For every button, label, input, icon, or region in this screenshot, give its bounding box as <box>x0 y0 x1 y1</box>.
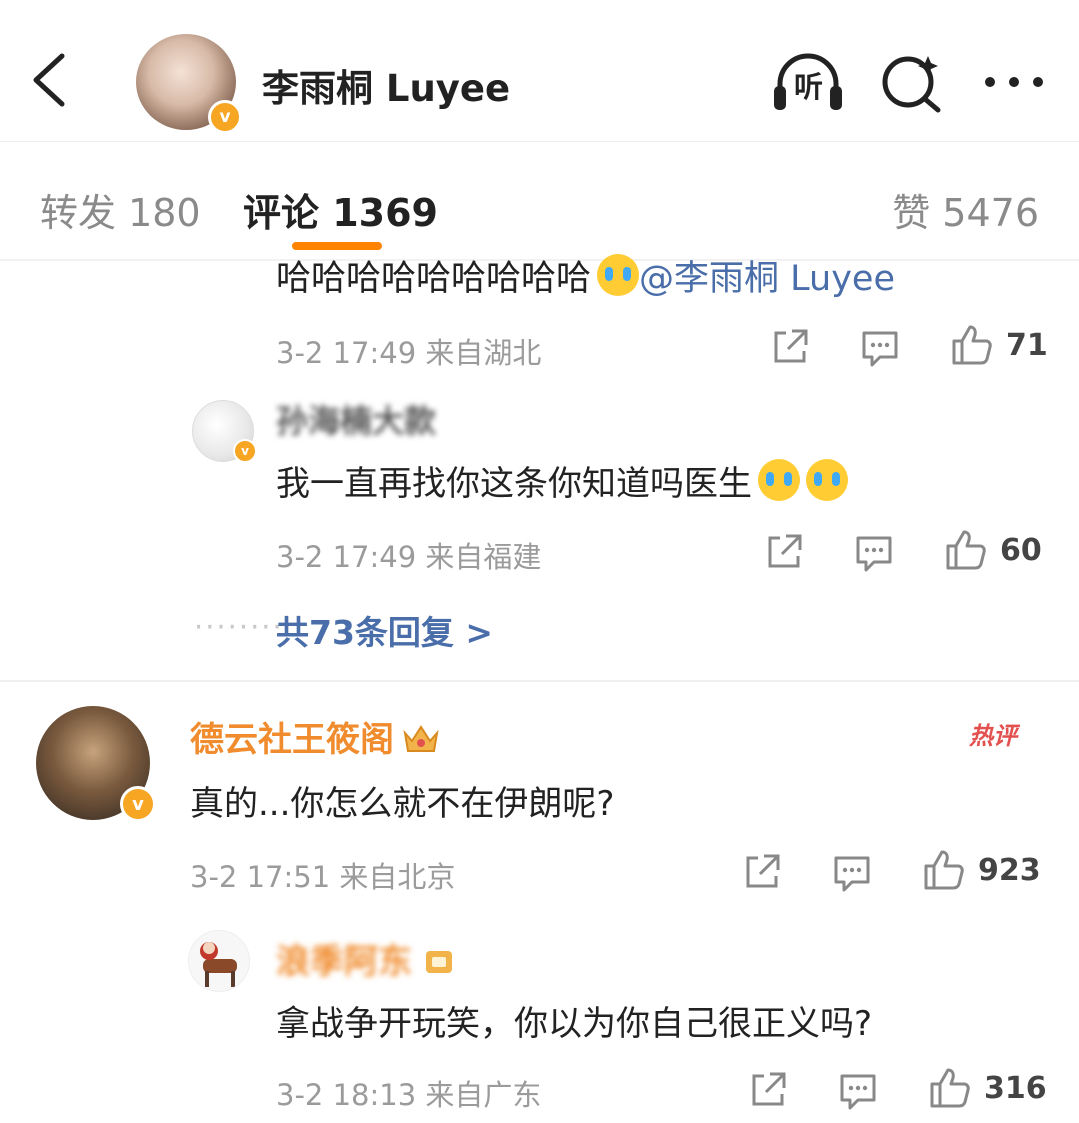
listen-icon[interactable]: 听 <box>772 50 844 114</box>
share-icon[interactable] <box>740 850 784 894</box>
reply-text-content: 哈哈哈哈哈哈哈哈哈 <box>276 259 592 299</box>
like-count: 923 <box>978 853 1041 888</box>
more-replies-link[interactable]: 共73条回复 > <box>276 606 493 654</box>
verified-badge-icon: v <box>233 439 257 463</box>
tab-bar: 转发 180 评论 1369 赞 5476 <box>0 142 1079 262</box>
share-icon[interactable] <box>768 325 812 369</box>
member-badge-icon <box>426 951 452 973</box>
subreply-location: 来自广东 <box>425 1078 542 1112</box>
subreply-avatar[interactable] <box>188 930 250 992</box>
like-count: 71 <box>1006 328 1048 363</box>
comment-meta: 3-2 17:51 来自北京 <box>190 854 455 896</box>
like-icon[interactable] <box>950 323 994 367</box>
crown-icon <box>403 725 439 752</box>
hot-comment-label: 热评 <box>969 722 1017 750</box>
horse-icon <box>200 942 237 987</box>
dotted-line: ········ <box>194 610 284 644</box>
like-icon[interactable] <box>944 528 988 572</box>
crying-emoji-icon <box>806 459 848 501</box>
reply-location: 来自湖北 <box>425 336 542 370</box>
search-icon[interactable] <box>876 50 948 114</box>
reply-text: 我一直再找你这条你知道吗医生 <box>276 456 848 505</box>
comment-icon[interactable] <box>836 1068 880 1112</box>
tab-comment[interactable]: 评论 1369 <box>243 182 438 237</box>
reply-text: 哈哈哈哈哈哈哈哈哈 @李雨桐 Luyee <box>276 250 895 301</box>
reply-meta: 3-2 17:49 来自湖北 <box>276 330 541 372</box>
subreply-author[interactable]: 浪季阿东 <box>276 934 458 983</box>
reply-meta: 3-2 17:49 来自福建 <box>276 534 541 576</box>
reply-author[interactable]: 孙海楠大款 <box>276 396 436 442</box>
reply-text-content: 我一直再找你这条你知道吗医生 <box>276 464 752 504</box>
reply-date: 3-2 17:49 <box>276 336 417 370</box>
page-title[interactable]: 李雨桐 Luyee <box>262 58 510 112</box>
verified-badge-icon: v <box>208 100 242 134</box>
mention-link[interactable]: @李雨桐 Luyee <box>639 259 895 299</box>
like-count: 60 <box>1000 533 1042 568</box>
comment-text: 真的...你怎么就不在伊朗呢? <box>190 784 615 824</box>
more-icon[interactable] <box>978 50 1050 114</box>
comment-author-name: 德云社王筱阁 <box>190 720 394 760</box>
reply-location: 来自福建 <box>425 540 542 574</box>
comment-avatar[interactable]: v <box>36 706 156 822</box>
like-icon[interactable] <box>922 848 966 892</box>
comment-location: 来自北京 <box>339 860 456 894</box>
comment-icon[interactable] <box>830 850 874 894</box>
comment-icon[interactable] <box>852 530 896 574</box>
listen-label: 听 <box>794 70 824 104</box>
top-bar: v 李雨桐 Luyee 听 <box>0 0 1079 142</box>
reply-avatar[interactable]: v <box>192 400 257 463</box>
subreply-text: 拿战争开玩笑，你以为你自己很正义吗? <box>276 1004 873 1044</box>
like-icon[interactable] <box>928 1066 972 1110</box>
subreply-meta: 3-2 18:13 来自广东 <box>276 1072 541 1114</box>
back-arrow-icon[interactable] <box>26 48 76 112</box>
comment-divider <box>0 680 1079 682</box>
hot-comment-badge: 热评 <box>969 716 1039 754</box>
tab-like[interactable]: 赞 5476 <box>892 182 1039 237</box>
share-icon[interactable] <box>762 530 806 574</box>
tab-repost[interactable]: 转发 180 <box>40 182 201 237</box>
subreply-author-name: 浪季阿东 <box>276 942 412 982</box>
profile-avatar[interactable]: v <box>136 34 242 134</box>
crying-emoji-icon <box>758 459 800 501</box>
like-count: 316 <box>984 1071 1047 1106</box>
laugh-cry-emoji-icon <box>597 254 640 296</box>
reply-date: 3-2 17:49 <box>276 540 417 574</box>
comment-date: 3-2 17:51 <box>190 860 331 894</box>
comment-icon[interactable] <box>858 325 902 369</box>
share-icon[interactable] <box>746 1068 790 1112</box>
comment-author[interactable]: 德云社王筱阁 <box>190 712 440 761</box>
verified-badge-icon: v <box>120 786 156 822</box>
subreply-date: 3-2 18:13 <box>276 1078 417 1112</box>
active-tab-indicator <box>292 242 382 250</box>
